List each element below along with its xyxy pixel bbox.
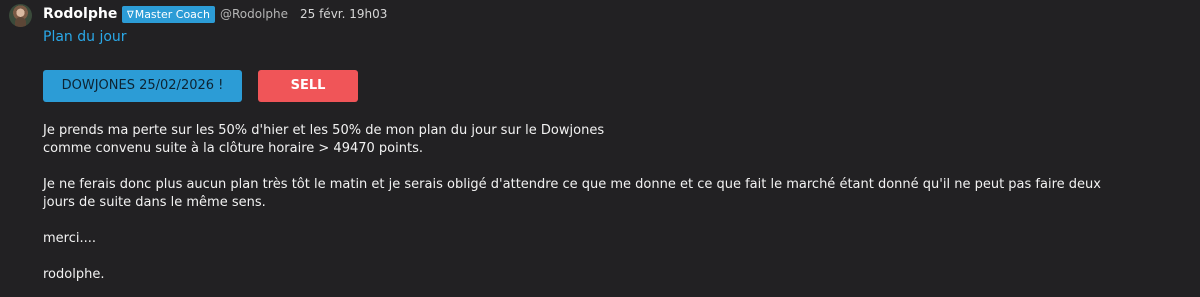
role-badge-label: Master Coach	[134, 8, 210, 21]
sell-button[interactable]: SELL	[258, 70, 358, 102]
message-timestamp: 25 févr. 19h03	[300, 7, 388, 21]
author-name[interactable]: Rodolphe	[43, 5, 117, 23]
message-paragraph: merci....	[43, 231, 97, 246]
role-badge: ∇Master Coach	[122, 6, 215, 23]
check-v-icon: ∇	[127, 10, 134, 21]
symbol-button[interactable]: DOWJONES 25/02/2026 !	[43, 70, 242, 102]
message-paragraph: rodolphe.	[43, 267, 105, 282]
message-title: Plan du jour	[43, 29, 127, 45]
avatar[interactable]	[9, 4, 32, 27]
message-paragraph: Je ne ferais donc plus aucun plan très t…	[43, 177, 1101, 210]
chat-message: Rodolphe ∇Master Coach @Rodolphe 25 févr…	[0, 0, 1200, 297]
message-body: Je prends ma perte sur les 50% d'hier et…	[43, 122, 1193, 297]
author-handle[interactable]: @Rodolphe	[220, 6, 288, 22]
message-paragraph: Je prends ma perte sur les 50% d'hier et…	[43, 123, 605, 156]
